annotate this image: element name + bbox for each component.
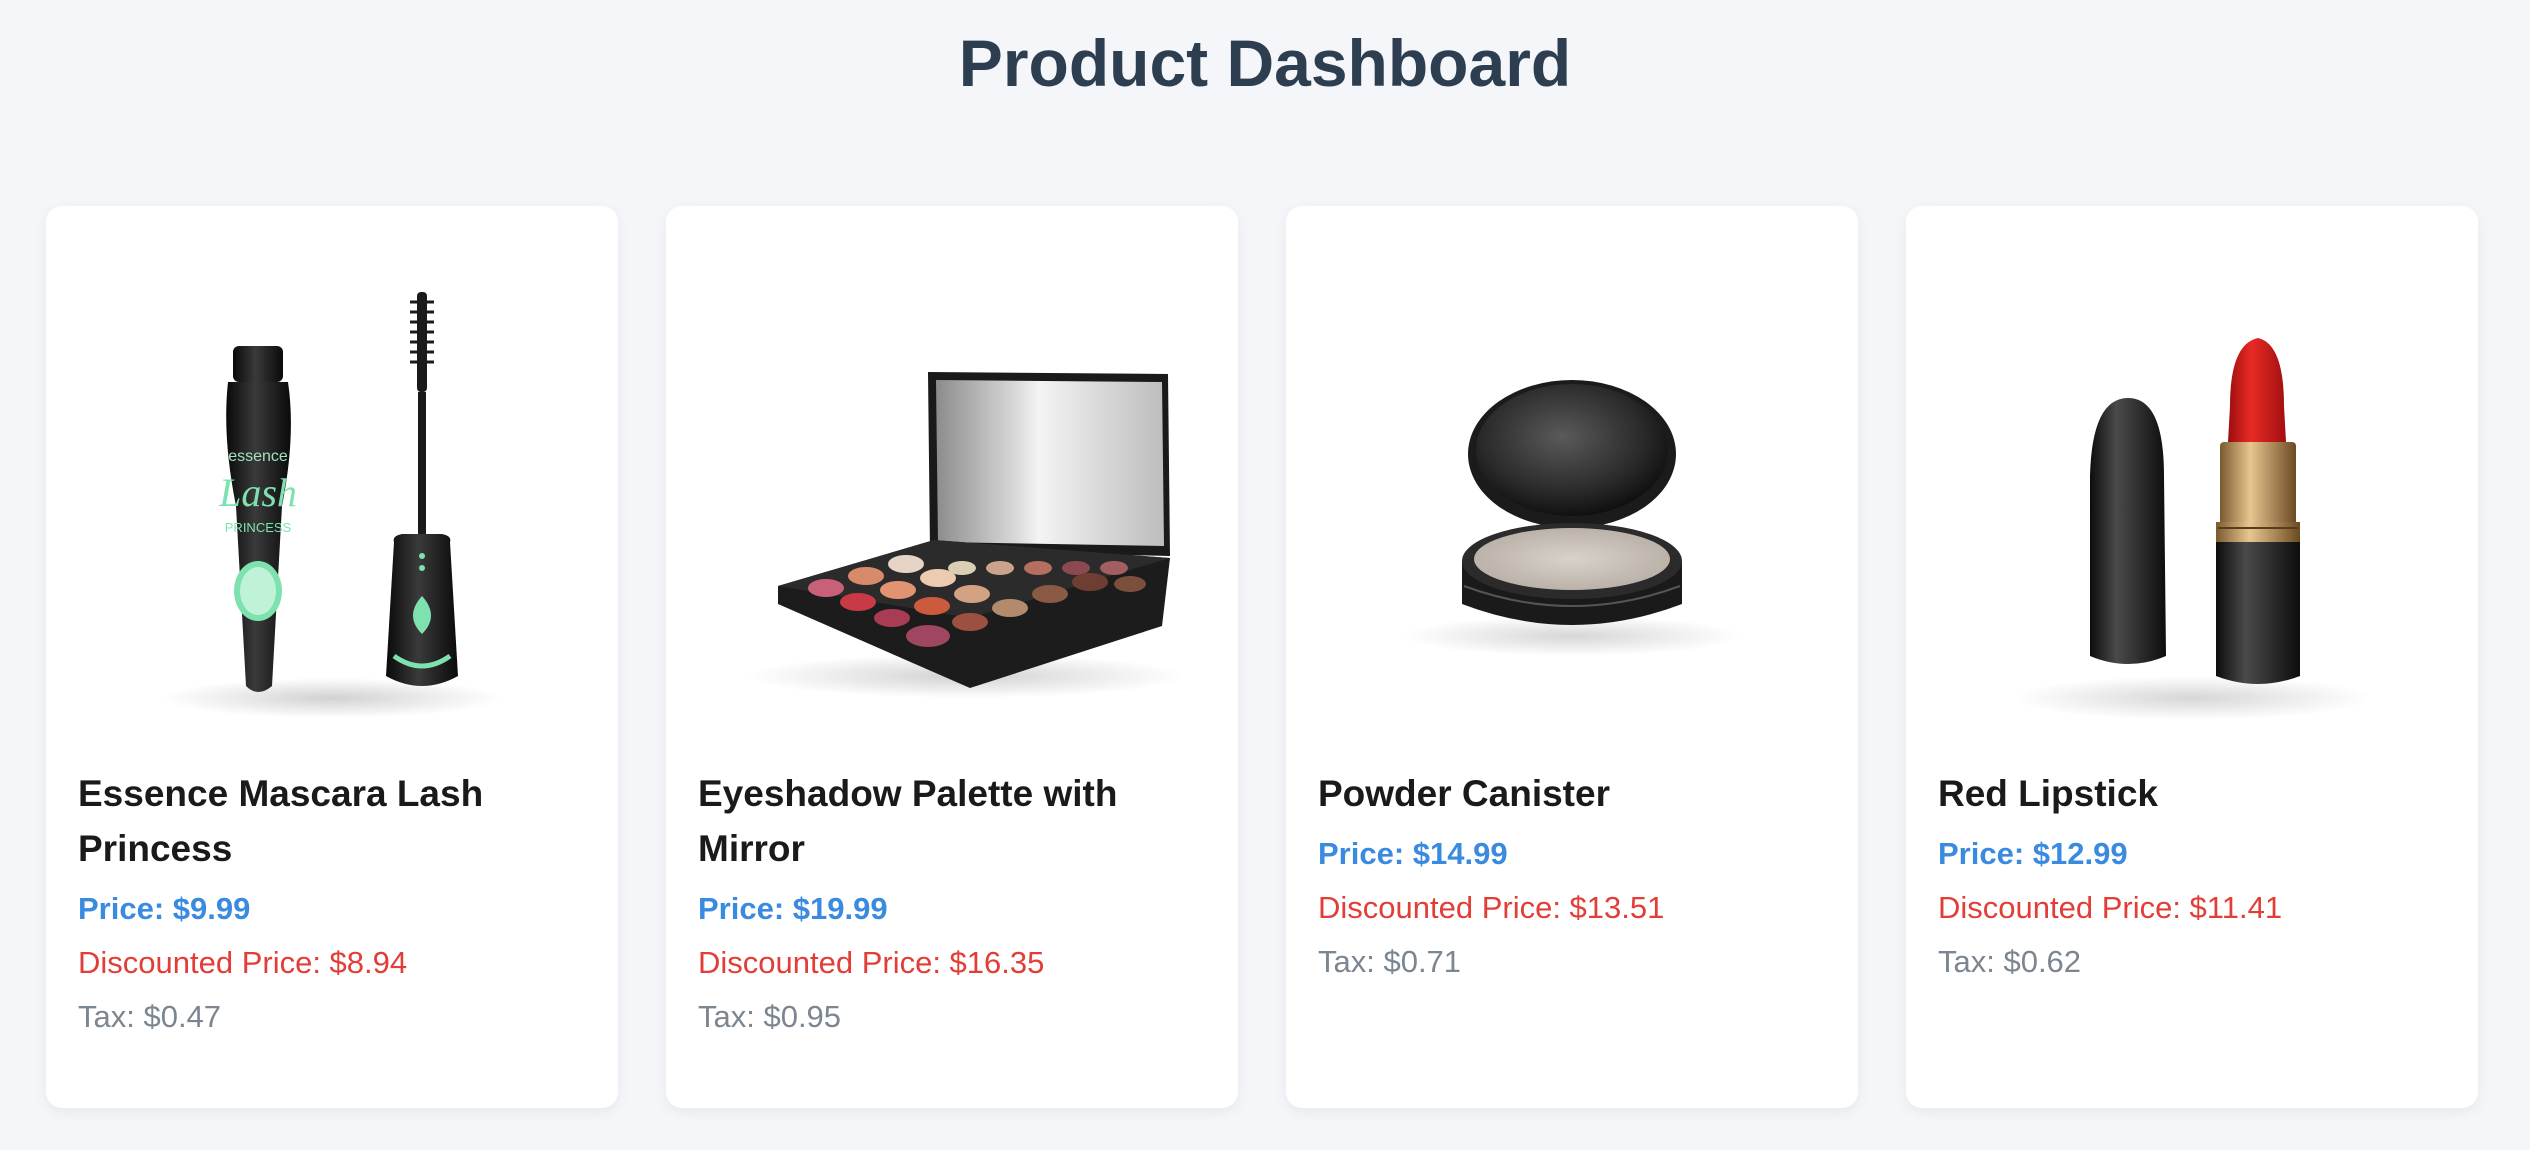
svg-text:PRINCESS: PRINCESS [225,520,292,535]
page-title: Product Dashboard [958,26,1572,100]
product-grid: essence Lash PRINCESS Essence Mascara La… [46,206,2478,1108]
product-tax: Tax: $0.95 [698,999,842,1034]
product-name[interactable]: Essence Mascara Lash Princess [78,766,586,876]
product-card[interactable]: Powder Canister Price: $14.99 Discounted… [1286,206,1858,1108]
product-discounted-price: Discounted Price: $16.35 [698,945,1045,980]
product-price: Price: $12.99 [1938,836,2128,871]
product-price: Price: $14.99 [1318,836,1508,871]
product-discounted-price: Discounted Price: $11.41 [1938,890,2283,925]
product-name[interactable]: Eyeshadow Palette with Mirror [698,766,1206,876]
product-card[interactable]: Eyeshadow Palette with Mirror Price: $19… [666,206,1238,1108]
eyeshadow-palette-image [666,206,1238,766]
product-name[interactable]: Red Lipstick [1938,766,2446,821]
product-name[interactable]: Powder Canister [1318,766,1826,821]
powder-canister-image [1286,206,1858,766]
product-card[interactable]: essence Lash PRINCESS Essence Mascara La… [46,206,618,1108]
product-discounted-price: Discounted Price: $13.51 [1318,890,1665,925]
product-discounted-price: Discounted Price: $8.94 [78,945,408,980]
product-price: Price: $9.99 [78,891,251,926]
product-tax: Tax: $0.62 [1938,944,2082,979]
svg-text:essence: essence [228,448,288,465]
red-lipstick-image [1906,206,2478,766]
mascara-image: essence Lash PRINCESS [46,206,618,766]
product-tax: Tax: $0.71 [1318,944,1462,979]
product-tax: Tax: $0.47 [78,999,222,1034]
svg-text:Lash: Lash [218,470,297,515]
product-card[interactable]: Red Lipstick Price: $12.99 Discounted Pr… [1906,206,2478,1108]
product-price: Price: $19.99 [698,891,888,926]
